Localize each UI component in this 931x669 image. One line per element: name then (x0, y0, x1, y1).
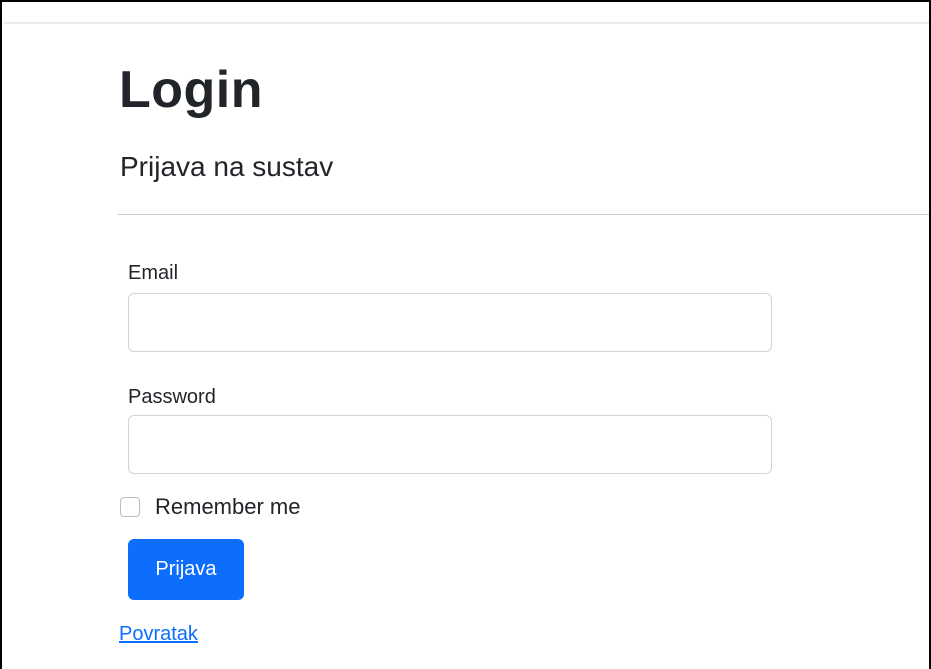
remember-me-checkbox[interactable] (120, 497, 140, 517)
password-field[interactable] (128, 415, 772, 474)
remember-me-row[interactable]: Remember me (120, 492, 300, 522)
password-label: Password (128, 386, 216, 408)
email-field[interactable] (128, 293, 772, 352)
email-label: Email (128, 262, 179, 284)
login-button[interactable]: Prijava (128, 539, 244, 600)
header-divider (118, 214, 929, 215)
page-title: Login (119, 61, 264, 119)
top-rule (4, 22, 929, 24)
remember-me-label: Remember me (155, 494, 301, 519)
page-subtitle: Prijava na sustav (120, 151, 334, 182)
page-frame: Login Prijava na sustav Email Password R… (0, 0, 931, 669)
back-link[interactable]: Povratak (119, 623, 198, 646)
